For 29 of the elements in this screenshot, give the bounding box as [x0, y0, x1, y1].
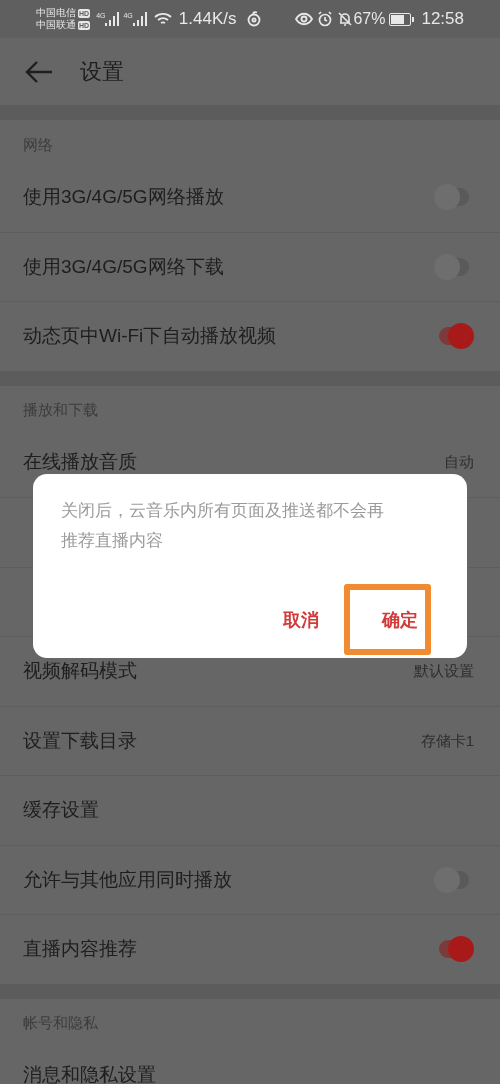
signal-icon: [105, 12, 120, 26]
dialog-button[interactable]: 确定: [376, 602, 424, 638]
alarm-icon: [317, 11, 334, 27]
signal-icon: [132, 12, 147, 26]
setting-label[interactable]: 在线播放音质: [23, 448, 444, 477]
setting-label[interactable]: 消息和隐私设置: [23, 1061, 474, 1084]
setting-label[interactable]: 设置下载目录: [23, 726, 421, 755]
carrier-name: 中国联通: [36, 19, 76, 31]
back-icon[interactable]: [24, 59, 54, 84]
setting-label: 允许与其他应用同时播放: [23, 867, 233, 892]
network-speed: 1.44K/s: [178, 8, 237, 31]
setting-value: 自动: [444, 452, 474, 472]
wifi-icon: [152, 11, 173, 27]
battery-percent: 67%: [353, 9, 386, 29]
dialog-button[interactable]: 取消: [277, 602, 325, 638]
swirl-icon: [246, 11, 263, 27]
clock-time: 12:58: [421, 8, 464, 31]
dialog-message: 关闭后，云音乐内所有页面及推送都不会再推荐直播内容: [61, 500, 385, 552]
setting-label[interactable]: 视频解码模式: [23, 657, 414, 686]
battery-icon: [389, 12, 416, 26]
setting-label: 直播内容推荐: [23, 937, 138, 961]
carrier-name: 中国电信: [36, 7, 76, 19]
setting-label: 使用3G/4G/5G网络下载: [23, 254, 225, 279]
page-title: 设置: [80, 58, 124, 86]
setting-label[interactable]: 缓存设置: [23, 796, 474, 825]
bell-off-icon: [337, 11, 354, 27]
setting-label: 动态页中Wi-Fi下自动播放视频: [23, 324, 278, 348]
setting-label: 使用3G/4G/5G网络播放: [23, 184, 225, 209]
eye-icon: [295, 12, 314, 26]
